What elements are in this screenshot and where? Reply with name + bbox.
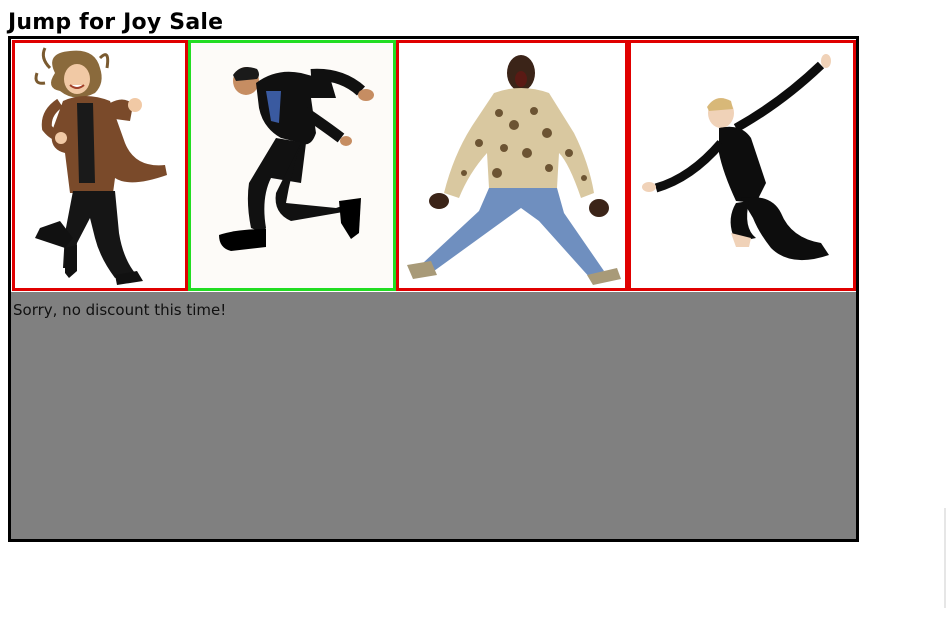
result-message: Sorry, no discount this time! [13,301,227,319]
jumping-man-suit-image [191,43,393,288]
photo-woman-black-leotard[interactable] [628,40,856,291]
photo-gallery [11,39,856,292]
photo-woman-brown-jacket[interactable] [12,40,188,291]
page: Jump for Joy Sale Sorry, no discount thi… [0,0,946,624]
photo-man-patterned-shirt[interactable] [396,40,628,291]
leaping-woman-leotard-image [631,43,853,288]
page-title: Jump for Joy Sale [8,10,224,35]
photo-man-black-suit[interactable] [188,40,396,291]
sale-box: Sorry, no discount this time! [8,36,859,542]
result-panel: Sorry, no discount this time! [11,292,856,539]
jumping-woman-jacket-image [15,43,185,288]
jumping-man-shirt-image [399,43,625,288]
